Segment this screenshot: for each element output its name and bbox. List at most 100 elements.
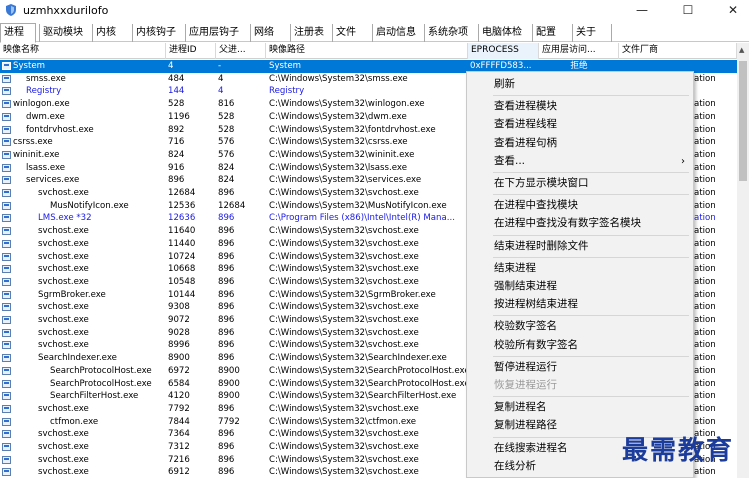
menu-item[interactable]: 校验数字签名 (468, 318, 692, 335)
process-icon (2, 150, 11, 159)
menu-item-label: 复制进程名 (494, 401, 547, 414)
menu-item-label: 校验数字签名 (494, 320, 557, 333)
menu-item-label: 刷新 (494, 78, 515, 90)
menu-item-label: 暂停进程运行 (494, 360, 557, 373)
tab-config[interactable]: 配置 (532, 24, 572, 42)
tab-process[interactable]: 进程 (0, 23, 36, 43)
image-name-cell: fontdrvhost.exe (26, 124, 94, 135)
process-icon (2, 214, 11, 223)
tab-about[interactable]: 关于 (572, 24, 612, 42)
menu-item[interactable]: 刷新 (468, 76, 692, 93)
process-icon (2, 290, 11, 299)
image-name-cell: SearchFilterHost.exe (50, 391, 139, 402)
close-button[interactable]: ✕ (723, 2, 743, 18)
image-name-cell: ctfmon.exe (50, 416, 99, 427)
menu-item-label: 查看进程句柄 (494, 136, 557, 149)
process-icon (2, 201, 11, 210)
image-name-cell: svchost.exe (38, 442, 89, 452)
col-app-access[interactable]: 应用层访问... (539, 43, 619, 59)
vendor-cell: ation (694, 149, 716, 160)
menu-item[interactable]: 复制进程名 (468, 399, 692, 416)
tab-registry[interactable]: 注册表 (290, 24, 332, 42)
process-icon (2, 468, 11, 477)
process-icon (2, 316, 11, 324)
process-icon (2, 303, 11, 312)
menu-item[interactable]: 在进程中查找没有数字签名模块 (468, 215, 692, 232)
menu-item[interactable]: 查看进程句柄 (468, 135, 692, 152)
menu-item[interactable]: 校验所有数字签名 (468, 337, 692, 354)
tab-startup[interactable]: 启动信息 (372, 24, 424, 42)
pid-cell: 7364 (168, 429, 190, 440)
tab-network[interactable]: 网络 (250, 24, 290, 42)
col-eprocess[interactable]: EPROCESS (468, 43, 539, 59)
scroll-up-icon[interactable]: ▲ (739, 46, 744, 54)
column-header: 映像名称 进程ID 父进... 映像路径 EPROCESS 应用层访问... 文… (0, 43, 737, 59)
ppid-cell: 896 (218, 251, 235, 262)
tab-file[interactable]: 文件 (332, 24, 372, 42)
submenu-arrow-icon: › (681, 155, 685, 167)
vendor-cell: ation (694, 403, 716, 414)
ppid-cell: 528 (218, 111, 235, 122)
ppid-cell: 896 (218, 226, 235, 237)
pid-cell: 6972 (168, 365, 190, 376)
menu-item[interactable]: 查看进程线程 (468, 116, 692, 133)
process-icon (2, 100, 11, 109)
menu-item[interactable]: 暂停进程运行 (468, 359, 692, 376)
path-cell: C:\Windows\System32\SgrmBroker.exe (269, 289, 436, 300)
menu-item-label: 查看进程线程 (494, 118, 557, 131)
path-cell: C:\Windows\System32\svchost.exe (269, 442, 419, 452)
tab-system-misc[interactable]: 系统杂项 (424, 24, 478, 42)
tab-pc-check[interactable]: 电脑体检 (478, 24, 532, 42)
ppid-cell: 896 (218, 429, 235, 440)
vendor-cell: ation (694, 188, 716, 198)
vendor-cell: ation (694, 226, 716, 237)
image-name-cell: svchost.exe (38, 226, 89, 237)
menu-item[interactable]: 查看进程模块 (468, 98, 692, 115)
ppid-cell: 576 (218, 149, 235, 160)
ppid-cell: 896 (218, 442, 235, 452)
vendor-cell: ation (694, 353, 716, 364)
watermark: 最需教育 (622, 436, 735, 466)
path-cell: C:\Windows\System32\dwm.exe (269, 111, 407, 122)
col-vendor[interactable]: 文件厂商 (619, 43, 737, 59)
menu-item[interactable]: 按进程树结束进程 (468, 296, 692, 313)
tab-kernel-hooks[interactable]: 内核钩子 (132, 24, 185, 42)
image-name-cell: svchost.exe (38, 238, 89, 249)
tab-driver-modules[interactable]: 驱动模块 (39, 24, 92, 42)
tab-app-hooks[interactable]: 应用层钩子 (185, 24, 250, 42)
scroll-thumb[interactable] (739, 61, 747, 181)
process-icon (2, 125, 11, 134)
tab-bar: 进程 驱动模块 内核 内核钩子 应用层钩子 网络 注册表 文件 启动信息 系统杂… (0, 22, 749, 43)
col-image-name[interactable]: 映像名称 (0, 43, 166, 59)
menu-separator (493, 194, 689, 196)
menu-item[interactable]: 在下方显示模块窗口 (468, 175, 692, 192)
path-cell: C:\Windows\System32\svchost.exe (269, 315, 419, 325)
path-cell: C:\Windows\System32\svchost.exe (269, 226, 419, 237)
ppid-cell: 896 (218, 454, 235, 465)
pid-cell: 892 (168, 124, 185, 135)
menu-item[interactable]: 在进程中查找模块 (468, 197, 692, 214)
col-ppid[interactable]: 父进... (216, 43, 266, 59)
minimize-button[interactable]: — (632, 2, 652, 18)
menu-item[interactable]: 结束进程时删除文件 (468, 238, 692, 255)
image-name-cell: svchost.exe (38, 264, 89, 275)
path-cell: C:\Windows\System32\SearchIndexer.exe (269, 353, 447, 364)
vendor-cell: ation (694, 315, 716, 325)
tab-kernel[interactable]: 内核 (92, 24, 132, 42)
col-pid[interactable]: 进程ID (166, 43, 216, 59)
col-image-path[interactable]: 映像路径 (266, 43, 468, 59)
pid-cell: 484 (168, 73, 185, 84)
vendor-cell: ation (694, 124, 716, 135)
vertical-scrollbar[interactable]: ▲ (737, 43, 749, 478)
vendor-cell: ation (694, 162, 716, 173)
vendor-cell: ation (694, 327, 716, 338)
menu-item[interactable]: 结束进程 (468, 260, 692, 277)
pid-cell: 9308 (168, 302, 190, 313)
pid-cell: 716 (168, 137, 185, 148)
process-icon (2, 138, 11, 147)
menu-item[interactable]: 强制结束进程 (468, 278, 692, 295)
menu-item[interactable]: 查看... › (468, 153, 692, 170)
image-name-cell: svchost.exe (38, 467, 89, 478)
maximize-button[interactable]: ☐ (678, 2, 698, 18)
window-title: uzmhxxdurilofo (23, 4, 109, 17)
